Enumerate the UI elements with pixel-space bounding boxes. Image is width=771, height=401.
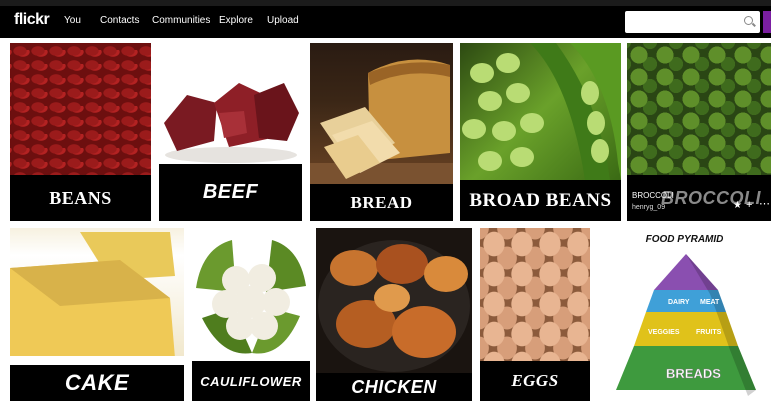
tile-caption: BEEF	[159, 164, 302, 221]
photo-title[interactable]: BROCCOLI	[632, 191, 674, 200]
broad-beans-photo	[460, 43, 621, 180]
photo-tile-eggs[interactable]: EGGS	[480, 228, 590, 401]
bread-photo	[310, 43, 453, 184]
beef-photo	[159, 43, 302, 164]
tile-caption: CAKE	[10, 365, 184, 401]
tile-caption: BREAD	[310, 184, 453, 221]
photo-tile-beef[interactable]: BEEF	[159, 43, 302, 221]
photo-tile-bread[interactable]: BREAD	[310, 43, 453, 221]
add-icon[interactable]: +	[746, 199, 752, 211]
photo-tile-food-pyramid[interactable]: FOOD PYRAMID DAIRY MEAT VEGGIES FRUITS B…	[598, 228, 771, 401]
cake-photo	[10, 228, 184, 365]
photo-tile-chicken[interactable]: CHICKEN	[316, 228, 472, 401]
tile-caption: CHICKEN	[316, 373, 472, 401]
photo-tile-cauliflower[interactable]: CAULIFLOWER	[192, 228, 310, 401]
cake-illustration	[10, 232, 184, 365]
pyramid-label-veggies: VEGGIES	[648, 329, 680, 336]
cauliflower-illustration	[196, 240, 306, 354]
broccoli-photo	[627, 43, 771, 175]
nav-upload[interactable]: Upload	[267, 15, 299, 26]
search-icon[interactable]	[744, 16, 753, 25]
tile-caption: EGGS	[480, 361, 590, 401]
food-pyramid-graphic: DAIRY MEAT VEGGIES FRUITS BREADS	[616, 254, 756, 396]
tile-caption: BROAD BEANS	[460, 180, 621, 221]
logo-text: flickr	[14, 11, 50, 28]
photo-tile-broccoli[interactable]: BROCCOLI BROCCOLI henryg_09 ★ + ⋯	[627, 43, 771, 221]
eggs-photo	[480, 228, 590, 361]
more-icon[interactable]: ⋯	[759, 197, 770, 210]
cauliflower-photo	[192, 228, 310, 361]
beef-illustration	[164, 83, 299, 163]
top-nav-bar: flickr You Contacts Communities Explore …	[0, 0, 771, 38]
top-strip	[0, 0, 771, 6]
tile-caption: CAULIFLOWER	[192, 361, 310, 401]
photo-tile-beans[interactable]: BEANS	[10, 43, 151, 221]
star-icon[interactable]: ★	[733, 200, 742, 211]
photo-tile-cake[interactable]: CAKE	[10, 228, 184, 401]
bread-illustration	[310, 59, 453, 184]
chicken-photo	[316, 228, 472, 373]
nav-explore[interactable]: Explore	[219, 15, 253, 26]
pyramid-label-fruits: FRUITS	[696, 329, 722, 336]
broad-beans-illustration	[462, 43, 621, 180]
nav-you[interactable]: You	[64, 15, 81, 26]
pyramid-title: FOOD PYRAMID	[645, 234, 724, 245]
account-avatar[interactable]	[763, 11, 771, 33]
beans-photo	[10, 43, 151, 175]
nav-contacts[interactable]: Contacts	[100, 15, 139, 26]
photo-owner[interactable]: henryg_09	[632, 204, 665, 211]
pyramid-label-meat: MEAT	[700, 299, 720, 306]
tile-caption: BEANS	[10, 175, 151, 221]
chicken-illustration	[318, 240, 470, 372]
flickr-logo[interactable]: flickr	[14, 11, 50, 29]
pyramid-label-dairy: DAIRY	[668, 299, 690, 306]
nav-communities[interactable]: Communities	[152, 15, 210, 26]
pyramid-label-breads: BREADS	[666, 366, 721, 381]
search-input[interactable]	[625, 11, 760, 33]
photo-tile-broad-beans[interactable]: BROAD BEANS	[460, 43, 621, 221]
